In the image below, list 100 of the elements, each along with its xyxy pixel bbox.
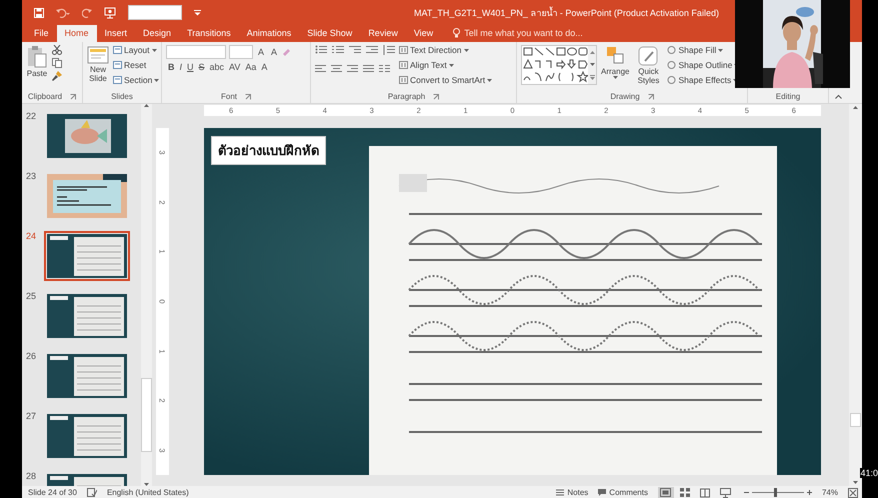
normal-view-icon	[660, 488, 672, 498]
increase-indent-icon[interactable]	[366, 45, 378, 55]
font-field[interactable]	[128, 5, 182, 20]
caret-icon	[448, 64, 454, 66]
more-icon[interactable]	[590, 74, 594, 80]
ribbon-tab[interactable]: View	[406, 25, 442, 42]
strikethrough-button[interactable]: abc	[208, 62, 226, 72]
slide-icon	[87, 45, 109, 65]
slide-thumbnail[interactable]	[44, 231, 130, 281]
align-left-icon[interactable]	[315, 64, 326, 74]
normal-view-button[interactable]	[658, 487, 674, 498]
numbering-icon[interactable]	[332, 45, 344, 55]
ribbon-tab[interactable]: Design	[135, 25, 180, 42]
ribbon-tab[interactable]: Slide Show	[299, 25, 360, 42]
caret-icon	[152, 48, 157, 52]
case-button[interactable]: Aa	[243, 62, 258, 72]
scrollbar-thumb[interactable]	[850, 413, 861, 427]
scroll-up-icon[interactable]	[853, 106, 858, 109]
reading-view-icon	[700, 488, 712, 498]
section-button[interactable]: Section	[113, 75, 160, 85]
notes-button[interactable]: Notes	[556, 488, 588, 497]
arrange-button[interactable]: Arrange	[601, 45, 630, 79]
paste-button[interactable]: Paste	[26, 45, 48, 78]
quick-styles-button[interactable]: Quick Styles	[633, 45, 664, 85]
proofing-icon[interactable]	[86, 488, 97, 497]
caret-icon	[487, 78, 492, 82]
justify-icon[interactable]	[363, 64, 374, 74]
shadow-button[interactable]: S	[196, 62, 207, 72]
circle-icon	[667, 61, 676, 69]
line-spacing-icon[interactable]	[383, 45, 395, 55]
zoom-in-icon[interactable]	[806, 490, 812, 495]
launcher-icon[interactable]	[433, 94, 440, 100]
slide-thumbnail[interactable]	[44, 171, 130, 221]
reset-button[interactable]: Reset	[113, 60, 160, 70]
scrollbar-thumb[interactable]	[141, 378, 152, 452]
ribbon-tab[interactable]: Animations	[238, 25, 300, 42]
shrink-font-button[interactable]: A	[269, 47, 280, 57]
save-icon[interactable]	[34, 8, 44, 18]
bold-button[interactable]: B	[166, 62, 176, 72]
slide-thumbnail[interactable]	[44, 111, 130, 161]
undo-icon[interactable]	[56, 8, 70, 18]
launcher-icon[interactable]	[648, 94, 654, 100]
scissors-icon[interactable]	[52, 45, 62, 55]
zoom-out-icon[interactable]	[744, 490, 749, 495]
fit-slide-icon[interactable]	[848, 488, 858, 498]
caret-icon	[718, 48, 724, 52]
scroll-up-icon[interactable]	[590, 50, 594, 54]
tell-me-field[interactable]: Tell me what you want to do...	[441, 28, 583, 42]
ribbon-tab[interactable]: Insert	[96, 25, 136, 42]
grow-font-button[interactable]: A	[256, 47, 266, 57]
spacing-button[interactable]: AV	[227, 62, 242, 72]
font-color-button[interactable]: A	[259, 62, 270, 72]
align-right-icon[interactable]	[347, 64, 358, 74]
zoom-percent[interactable]: 74%	[822, 488, 838, 497]
bullets-icon[interactable]	[315, 45, 327, 55]
comment-icon	[598, 489, 606, 496]
circle-icon	[667, 46, 676, 54]
slide-thumbnail[interactable]	[44, 411, 130, 461]
collapse-ribbon-icon[interactable]	[835, 94, 842, 99]
ribbon-tab[interactable]: Home	[56, 25, 97, 42]
ribbon-tab[interactable]: Transitions	[179, 25, 239, 42]
align-center-icon[interactable]	[331, 64, 342, 74]
text-box-icon	[399, 46, 408, 54]
new-slide-button[interactable]: New Slide	[87, 45, 109, 83]
slide-number: 28	[26, 471, 38, 481]
slide-thumbnail[interactable]	[44, 351, 130, 401]
group-label: Font	[220, 91, 237, 103]
columns-icon[interactable]	[379, 64, 390, 74]
font-size-field[interactable]	[229, 45, 253, 59]
scroll-down-icon[interactable]	[590, 62, 594, 66]
copy-icon[interactable]	[52, 58, 62, 68]
font-name-field[interactable]	[166, 45, 226, 59]
paintbrush-icon[interactable]	[52, 71, 62, 81]
convert-smartart-button[interactable]: Convert to SmartArt	[399, 75, 492, 85]
italic-button[interactable]: I	[178, 62, 184, 72]
ribbon-tab[interactable]: Review	[360, 25, 406, 42]
align-text-button[interactable]: Align Text	[399, 60, 492, 70]
group-label: Drawing	[610, 91, 640, 103]
slide-thumbnail[interactable]	[44, 291, 130, 341]
shape-fill-button[interactable]: Shape Fill	[667, 45, 740, 55]
slide-number: 24	[26, 231, 38, 241]
language-label[interactable]: English (United States)	[106, 488, 189, 497]
slideshow-button[interactable]	[718, 487, 734, 498]
slideshow-icon	[720, 488, 732, 498]
redo-icon[interactable]	[82, 8, 92, 18]
comments-button[interactable]: Comments	[598, 488, 648, 497]
layout-button[interactable]: Layout	[113, 45, 160, 55]
launcher-icon[interactable]	[70, 94, 76, 100]
customize-icon[interactable]	[194, 10, 201, 16]
decrease-indent-icon[interactable]	[349, 45, 361, 55]
presenter-icon[interactable]	[104, 6, 116, 18]
window-title: MAT_TH_G2T1_W401_PN_ ลายน้ำ - PowerPoint (Product Activation Failed)	[414, 6, 719, 20]
scroll-down-icon[interactable]	[853, 481, 858, 484]
launcher-icon[interactable]	[245, 94, 251, 100]
shapes-gallery-drawing[interactable]	[522, 46, 588, 84]
underline-button[interactable]: U	[185, 62, 196, 72]
clipboard-icon	[26, 45, 48, 69]
caret-icon	[154, 78, 160, 82]
ribbon-tab[interactable]: File	[26, 25, 57, 42]
text-direction-button[interactable]: Text Direction	[399, 45, 492, 55]
